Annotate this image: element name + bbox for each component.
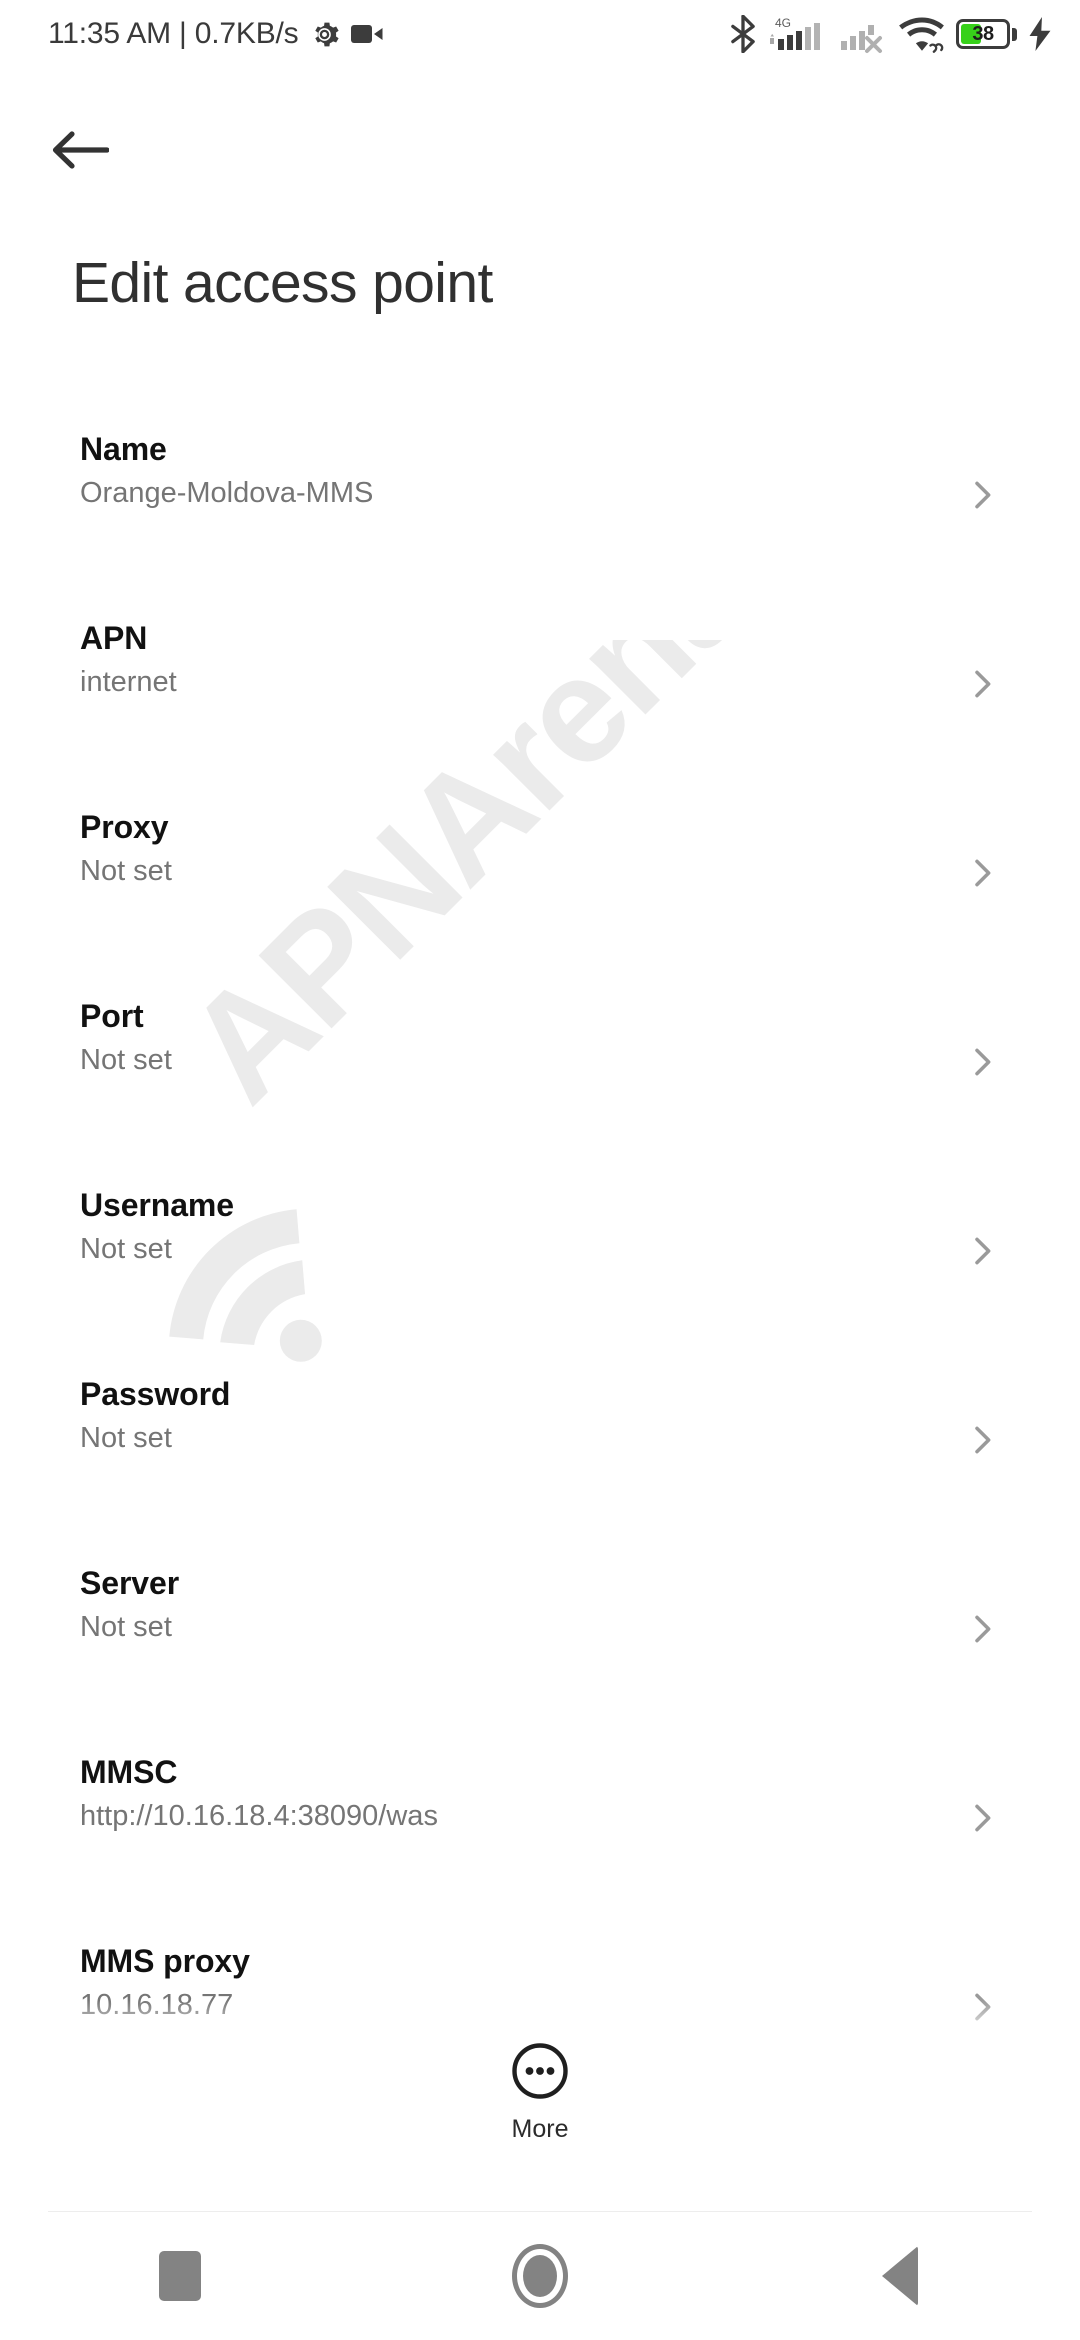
pref-title: MMSC: [80, 1754, 178, 1790]
chevron-right-icon: [962, 1420, 1002, 1460]
screen-record-icon: [351, 22, 383, 46]
status-bar-right: 4G 38: [730, 14, 1052, 54]
pref-title: MMS proxy: [80, 1943, 250, 1979]
more-button[interactable]: More: [0, 2042, 1080, 2144]
pref-row-server[interactable]: Server Not set: [0, 1534, 1080, 1723]
circle-icon: [512, 2244, 568, 2308]
pref-title: Username: [80, 1187, 234, 1223]
pref-value: http://10.16.18.4:38090/was: [80, 1800, 438, 1833]
pref-value: internet: [80, 666, 177, 699]
battery-body: 38: [956, 19, 1010, 49]
pref-value: Not set: [80, 1044, 172, 1077]
pref-row-username[interactable]: Username Not set: [0, 1156, 1080, 1345]
back-button[interactable]: [46, 118, 114, 186]
pref-value: Not set: [80, 855, 172, 888]
nav-recents-button[interactable]: [0, 2212, 360, 2340]
pref-row-mmsc[interactable]: MMSC http://10.16.18.4:38090/was: [0, 1723, 1080, 1912]
triangle-left-icon: [882, 2246, 918, 2306]
nav-home-button[interactable]: [360, 2212, 720, 2340]
signal-sim1-4g-icon: 4G: [767, 14, 829, 54]
chevron-right-icon: [962, 853, 1002, 893]
pref-row-proxy[interactable]: Proxy Not set: [0, 778, 1080, 967]
pref-title: Name: [80, 431, 167, 467]
svg-text:4G: 4G: [775, 16, 791, 30]
chevron-right-icon: [962, 1609, 1002, 1649]
pref-row-port[interactable]: Port Not set: [0, 967, 1080, 1156]
chevron-right-icon: [962, 475, 1002, 515]
status-clock: 11:35 AM | 0.7KB/s: [48, 17, 299, 50]
pref-title: APN: [80, 620, 148, 656]
pref-value: Orange-Moldova-MMS: [80, 477, 374, 510]
square-icon: [159, 2251, 201, 2301]
pref-value: Not set: [80, 1422, 172, 1455]
arrow-left-icon: [51, 129, 110, 176]
pref-title: Proxy: [80, 809, 169, 845]
pref-title: Password: [80, 1376, 231, 1412]
chevron-right-icon: [962, 1042, 1002, 1082]
ellipsis-circle-icon: [511, 2042, 569, 2105]
battery-icon: 38: [956, 19, 1017, 49]
bluetooth-icon: [730, 15, 756, 53]
chevron-right-icon: [962, 664, 1002, 704]
status-bar-left: 11:35 AM | 0.7KB/s: [48, 17, 383, 51]
pref-title: Port: [80, 998, 144, 1034]
pref-row-apn[interactable]: APN internet: [0, 589, 1080, 778]
chevron-right-icon: [962, 1798, 1002, 1838]
gear-icon: [309, 19, 340, 50]
wifi-icon: [899, 15, 945, 53]
pref-row-name[interactable]: Name Orange-Moldova-MMS: [0, 400, 1080, 589]
preference-list: Name Orange-Moldova-MMS APN internet Pro…: [0, 400, 1080, 2101]
pref-value: Not set: [80, 1233, 172, 1266]
signal-sim2-no-service-icon: [840, 14, 888, 54]
status-bar: 11:35 AM | 0.7KB/s 4G 38: [0, 0, 1080, 68]
pref-row-password[interactable]: Password Not set: [0, 1345, 1080, 1534]
page-title: Edit access point: [72, 251, 493, 315]
battery-cap: [1012, 27, 1017, 41]
charging-bolt-icon: [1028, 17, 1052, 51]
pref-value: Not set: [80, 1611, 172, 1644]
phone-screen: 11:35 AM | 0.7KB/s 4G 38 APNArena Edit a…: [0, 0, 1080, 2340]
battery-percent-label: 38: [972, 22, 994, 45]
chevron-right-icon: [962, 1231, 1002, 1271]
navigation-bar: [0, 2212, 1080, 2340]
pref-title: Server: [80, 1565, 180, 1601]
nav-back-button[interactable]: [720, 2212, 1080, 2340]
more-label: More: [511, 2115, 569, 2143]
